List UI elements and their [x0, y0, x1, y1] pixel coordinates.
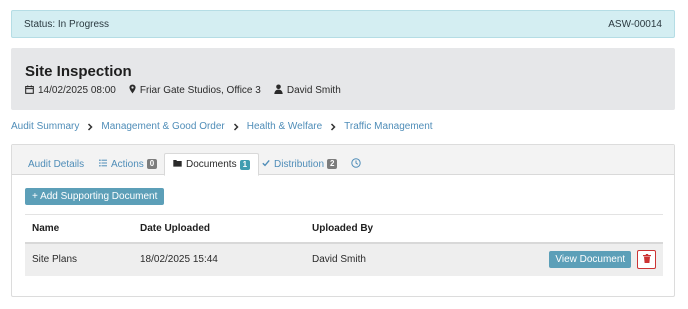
- tab-label: Documents: [186, 159, 237, 170]
- audit-location: Friar Gate Studios, Office 3: [129, 84, 261, 97]
- tab-strip: Audit Details Actions 0 Documents 1 Dist…: [12, 145, 674, 176]
- audit-meta: 14/02/2025 08:00 Friar Gate Studios, Off…: [25, 84, 354, 97]
- status-text: Status: In Progress: [24, 18, 110, 30]
- column-header-uploaded-by: Uploaded By: [312, 222, 374, 234]
- history-icon: [351, 157, 365, 171]
- column-header-date-uploaded: Date Uploaded: [140, 222, 211, 234]
- breadcrumb: Audit Summary Management & Good Order He…: [11, 121, 433, 132]
- documents-table: Name Date Uploaded Uploaded By Site Plan…: [25, 214, 663, 276]
- breadcrumb-management[interactable]: Management & Good Order: [101, 121, 224, 132]
- map-pin-icon: [129, 84, 140, 97]
- actions-count-badge: 0: [146, 159, 158, 169]
- row-actions: View Document: [505, 243, 663, 276]
- chevron-right-icon: [87, 122, 93, 131]
- audit-header: Site Inspection 14/02/2025 08:00 Friar G…: [11, 48, 675, 110]
- delete-document-button[interactable]: [637, 250, 656, 269]
- page-title: Site Inspection: [25, 63, 132, 80]
- trash-icon: [642, 253, 651, 266]
- document-name: Site Plans: [32, 254, 78, 265]
- document-uploaded-by: David Smith: [312, 254, 366, 265]
- user-icon: [274, 84, 287, 97]
- audit-reference: ASW-00014: [608, 18, 662, 30]
- breadcrumb-traffic-management[interactable]: Traffic Management: [344, 121, 432, 132]
- table-row: Site Plans 18/02/2025 15:44 David Smith …: [25, 242, 663, 276]
- folder-icon: [173, 159, 186, 170]
- document-date-uploaded: 18/02/2025 15:44: [140, 254, 218, 265]
- tab-label: Distribution: [274, 158, 325, 170]
- audit-person-text: David Smith: [286, 85, 341, 96]
- add-supporting-document-button[interactable]: + Add Supporting Document: [25, 188, 165, 205]
- table-header-row: Name Date Uploaded Uploaded By: [25, 214, 663, 243]
- tab-documents[interactable]: Documents 1: [164, 153, 260, 176]
- audit-date-text: 14/02/2025 08:00: [38, 85, 116, 96]
- chevron-right-icon: [330, 122, 336, 131]
- column-header-name: Name: [32, 222, 60, 234]
- distribution-count-badge: 2: [327, 159, 338, 169]
- breadcrumb-health-welfare[interactable]: Health & Welfare: [247, 121, 322, 132]
- tab-label: Actions: [111, 158, 144, 170]
- tab-history[interactable]: [343, 153, 373, 175]
- documents-count-badge: 1: [239, 159, 251, 170]
- tab-audit-details[interactable]: Audit Details: [20, 153, 92, 175]
- calendar-icon: [25, 84, 38, 97]
- view-document-button[interactable]: View Document: [549, 251, 632, 268]
- tab-actions[interactable]: Actions 0: [91, 153, 165, 175]
- audit-location-text: Friar Gate Studios, Office 3: [139, 85, 261, 96]
- tab-label: Audit Details: [28, 158, 85, 170]
- status-bar: Status: In Progress ASW-00014: [11, 10, 675, 38]
- audit-person: David Smith: [274, 84, 341, 97]
- tab-distribution[interactable]: Distribution 2: [254, 153, 345, 175]
- column-header-actions: [505, 215, 663, 243]
- audit-date: 14/02/2025 08:00: [25, 84, 116, 97]
- list-icon: [99, 158, 111, 170]
- chevron-right-icon: [233, 122, 239, 131]
- check-icon: [262, 159, 274, 170]
- documents-panel: Audit Details Actions 0 Documents 1 Dist…: [11, 144, 675, 297]
- breadcrumb-audit-summary[interactable]: Audit Summary: [11, 121, 79, 132]
